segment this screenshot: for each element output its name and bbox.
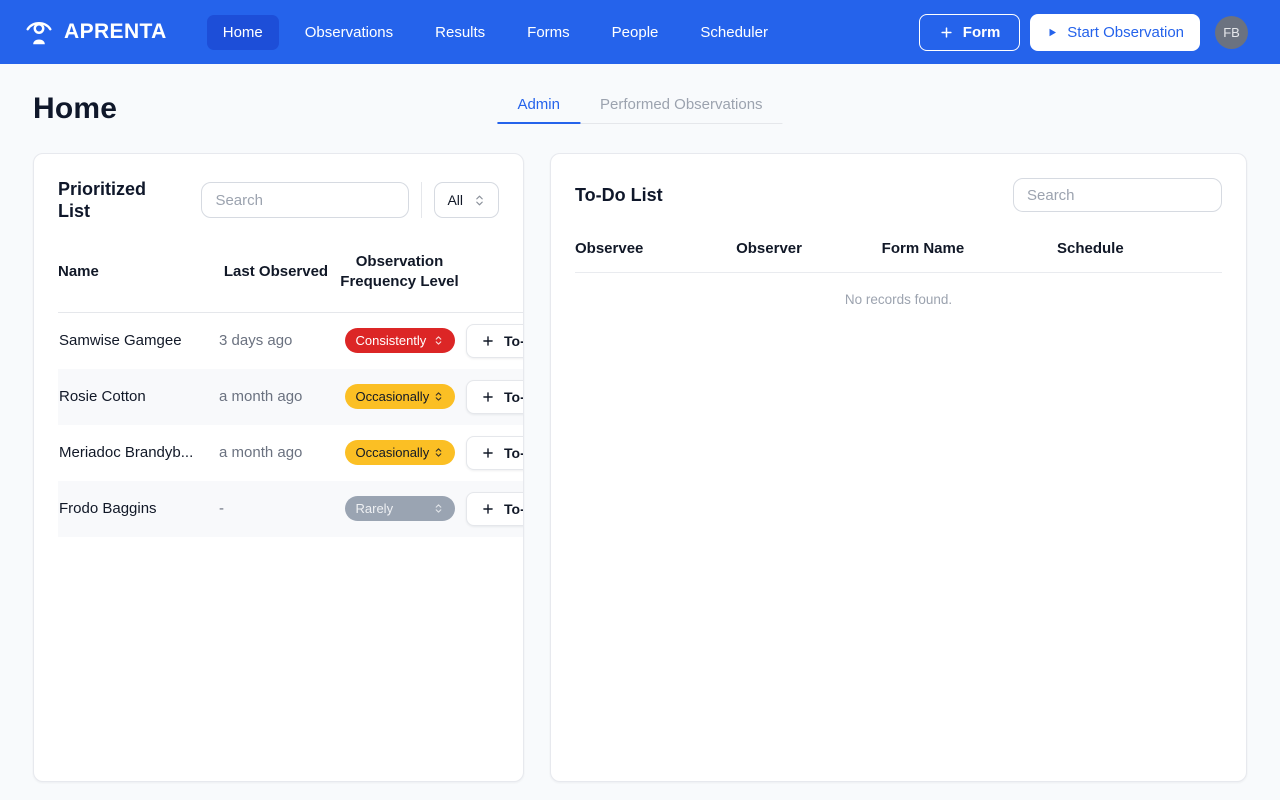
frequency-label: Consistently: [356, 333, 427, 348]
frequency-cell: Consistently: [334, 313, 465, 369]
frequency-badge[interactable]: Consistently: [345, 328, 455, 353]
frequency-cell: Rarely: [334, 481, 465, 537]
plus-icon: [939, 25, 954, 40]
column-header-actions: [465, 236, 523, 313]
add-todo-label: To-Do: [504, 389, 523, 405]
prioritized-table-header-row: Name Last Observed Observation Frequency…: [58, 236, 523, 313]
frequency-label: Occasionally: [356, 445, 430, 460]
prioritized-list-title: Prioritized List: [58, 178, 178, 222]
frequency-badge[interactable]: Occasionally: [345, 440, 455, 465]
empty-message: No records found.: [575, 273, 1222, 307]
todo-list-title: To-Do List: [575, 184, 663, 206]
nav-item-observations[interactable]: Observations: [289, 15, 409, 50]
plus-icon: [481, 390, 495, 404]
nav-item-forms[interactable]: Forms: [511, 15, 586, 50]
last-observed-value: -: [218, 481, 334, 537]
frequency-label: Occasionally: [356, 389, 430, 404]
actions-cell: To-Do: [465, 425, 523, 481]
main-content: Home Admin Performed Observations Priori…: [0, 92, 1280, 782]
nav-item-results[interactable]: Results: [419, 15, 501, 50]
add-todo-label: To-Do: [504, 445, 523, 461]
cards-row: Prioritized List All Name Last Ob: [33, 153, 1247, 782]
frequency-filter-value: All: [447, 192, 463, 208]
prioritized-search-input[interactable]: [201, 182, 409, 218]
tabs: Admin Performed Observations: [497, 86, 782, 124]
chevron-expand-icon: [433, 447, 444, 458]
observee-name: Rosie Cotton: [58, 369, 218, 425]
last-observed-value: 3 days ago: [218, 313, 334, 369]
avatar[interactable]: FB: [1215, 16, 1248, 49]
frequency-label: Rarely: [356, 501, 394, 516]
add-todo-button[interactable]: To-Do: [466, 436, 523, 470]
frequency-cell: Occasionally: [334, 425, 465, 481]
frequency-cell: Occasionally: [334, 369, 465, 425]
prioritized-table-row: Rosie Cottona month ago Occasionally To-Do: [58, 369, 523, 425]
play-icon: [1046, 26, 1058, 39]
column-header-name: Name: [58, 236, 218, 313]
form-button[interactable]: Form: [919, 14, 1021, 51]
observee-name: Meriadoc Brandyb...: [58, 425, 218, 481]
frequency-badge[interactable]: Occasionally: [345, 384, 455, 409]
todo-search-input[interactable]: [1013, 178, 1222, 212]
frequency-badge[interactable]: Rarely: [345, 496, 455, 521]
tab-admin[interactable]: Admin: [497, 86, 580, 124]
actions-cell: To-Do: [465, 313, 523, 369]
brand-name: APRENTA: [64, 20, 167, 44]
chevron-expand-icon: [433, 335, 444, 346]
actions-cell: To-Do: [465, 481, 523, 537]
plus-icon: [481, 334, 495, 348]
prioritized-table-body: Samwise Gamgee3 days ago Consistently To-D…: [58, 313, 523, 537]
column-header-last-observed: Last Observed: [218, 236, 334, 313]
prioritized-table: Name Last Observed Observation Frequency…: [58, 236, 523, 537]
column-header-observee: Observee: [575, 240, 736, 273]
column-header-form-name: Form Name: [882, 240, 1057, 273]
plus-icon: [481, 446, 495, 460]
last-observed-value: a month ago: [218, 425, 334, 481]
frequency-filter-select[interactable]: All: [434, 182, 499, 218]
prioritized-list-card: Prioritized List All Name Last Ob: [33, 153, 524, 782]
plus-icon: [481, 502, 495, 516]
add-todo-button[interactable]: To-Do: [466, 380, 523, 414]
observee-name: Samwise Gamgee: [58, 313, 218, 369]
todo-list-card: To-Do List Observee Observer Form Name S…: [550, 153, 1247, 782]
start-observation-label: Start Observation: [1067, 24, 1184, 41]
add-todo-button[interactable]: To-Do: [466, 492, 523, 526]
brand[interactable]: APRENTA: [24, 17, 167, 47]
column-header-schedule: Schedule: [1057, 240, 1222, 273]
add-todo-button[interactable]: To-Do: [466, 324, 523, 358]
form-button-label: Form: [963, 24, 1001, 41]
top-navbar: APRENTA Home Observations Results Forms Peop…: [0, 0, 1280, 64]
primary-nav: Home Observations Results Forms People Schedu…: [207, 15, 784, 50]
prioritized-table-row: Meriadoc Brandyb...a month ago Occasional…: [58, 425, 523, 481]
todo-table-header-row: Observee Observer Form Name Schedule: [575, 240, 1222, 273]
chevron-expand-icon: [433, 503, 444, 514]
tab-performed-observations[interactable]: Performed Observations: [580, 86, 783, 124]
nav-item-people[interactable]: People: [596, 15, 675, 50]
todo-list-header: To-Do List: [575, 178, 1222, 212]
prioritized-table-row: Samwise Gamgee3 days ago Consistently To-D…: [58, 313, 523, 369]
prioritized-table-wrap: Name Last Observed Observation Frequency…: [58, 236, 523, 537]
vertical-divider: [421, 182, 422, 218]
add-todo-label: To-Do: [504, 333, 523, 349]
todo-table: Observee Observer Form Name Schedule: [575, 240, 1222, 273]
start-observation-button[interactable]: Start Observation: [1030, 14, 1200, 51]
column-header-frequency: Observation Frequency Level: [334, 236, 465, 313]
chevron-expand-icon: [473, 194, 486, 207]
actions-cell: To-Do: [465, 369, 523, 425]
last-observed-value: a month ago: [218, 369, 334, 425]
observee-name: Frodo Baggins: [58, 481, 218, 537]
nav-item-home[interactable]: Home: [207, 15, 279, 50]
column-header-observer: Observer: [736, 240, 882, 273]
add-todo-label: To-Do: [504, 501, 523, 517]
nav-item-scheduler[interactable]: Scheduler: [684, 15, 784, 50]
chevron-expand-icon: [433, 391, 444, 402]
prioritized-list-header: Prioritized List All: [58, 178, 499, 222]
navbar-actions: Form Start Observation FB: [919, 14, 1248, 51]
prioritized-table-row: Frodo Baggins- Rarely To-Do: [58, 481, 523, 537]
page-header: Home Admin Performed Observations: [33, 92, 1247, 128]
aprenta-logo-icon: [24, 17, 54, 47]
